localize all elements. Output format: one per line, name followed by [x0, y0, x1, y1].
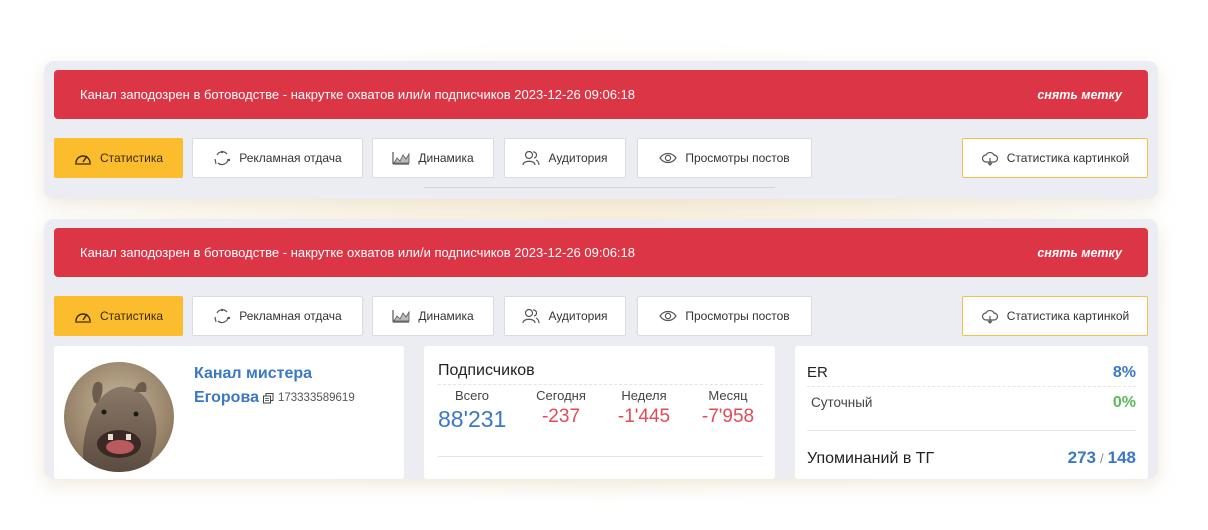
speedometer-icon — [74, 155, 91, 165]
avatar[interactable] — [64, 362, 174, 472]
subscribers-title: Подписчиков — [438, 362, 535, 379]
channel-name-line1: Канал мистера — [194, 365, 313, 382]
eye-icon — [659, 310, 678, 322]
channel-info-panel: Канал мистера Егорова 173333589619 — [54, 346, 404, 479]
rhinoceros-avatar-image — [64, 362, 174, 472]
tab-label: Рекламная отдача — [239, 309, 342, 323]
divider — [807, 386, 1136, 387]
mentions-row: Упоминаний в ТГ 273 /148 — [807, 448, 1136, 468]
area-chart-icon — [392, 152, 410, 165]
tab-label: Динамика — [418, 151, 474, 165]
alert-text: Канал заподозрен в ботоводстве - накрутк… — [80, 245, 636, 260]
image-stats-label: Статистика картинкой — [1006, 309, 1130, 323]
er-daily-row: Суточный 0% — [807, 394, 1136, 412]
tab-dynamics[interactable]: Динамика — [372, 296, 494, 336]
tab-label: Аудитория — [548, 309, 608, 323]
cloud-icon — [981, 151, 998, 166]
alert-text: Канал заподозрен в ботоводстве - накрутк… — [80, 87, 636, 102]
cloud-icon — [981, 309, 998, 324]
image-stats-button[interactable]: Статистика картинкой — [962, 138, 1148, 178]
subscribers-month: Месяц -7'958 — [692, 388, 764, 428]
remove-mark-link[interactable]: снять метку — [1037, 88, 1122, 102]
tab-dynamics[interactable]: Динамика — [372, 138, 494, 178]
channel-id: 173333589619 — [277, 392, 355, 404]
tab-post-views[interactable]: Просмотры постов — [637, 296, 812, 336]
tab-label: Просмотры постов — [685, 309, 790, 323]
mentions-values: 273 /148 — [1068, 448, 1136, 468]
tab-label: Статистика — [99, 151, 164, 165]
image-stats-label: Статистика картинкой — [1006, 151, 1130, 165]
eye-icon — [659, 152, 678, 164]
tab-label: Аудитория — [548, 151, 608, 165]
subscribers-total-label: Всего — [454, 388, 490, 403]
tab-statistics[interactable]: Статистика — [54, 138, 183, 178]
tab-bar: Статистика Рекламная отдача Динамика Ауд… — [54, 296, 1148, 336]
er-value: 8% — [1112, 364, 1136, 381]
subscribers-month-value: -7'958 — [701, 406, 755, 427]
subscribers-month-label: Месяц — [708, 388, 748, 403]
subscribers-week: Неделя -1'445 — [608, 388, 680, 428]
divider — [807, 430, 1136, 431]
tab-bar: Статистика Рекламная отдача Динамика Ауд… — [54, 138, 1148, 178]
er-panel: ER 8% Суточный 0% Упоминаний в ТГ 273 /14… — [795, 346, 1148, 479]
tab-audience[interactable]: Аудитория — [504, 296, 626, 336]
image-stats-button[interactable]: Статистика картинкой — [962, 296, 1148, 336]
tab-ad-return[interactable]: Рекламная отдача — [192, 138, 363, 178]
er-daily-value: 0% — [1112, 394, 1136, 411]
mentions-label: Упоминаний в ТГ — [807, 450, 935, 467]
channel-card-collapsed: Канал заподозрен в ботоводстве - накрутк… — [44, 61, 1158, 199]
channel-card-expanded: Канал заподозрен в ботоводстве - накрутк… — [44, 219, 1158, 479]
audience-icon — [522, 308, 541, 324]
mentions-value-a: 273 — [1067, 448, 1096, 467]
divider — [438, 384, 763, 385]
channel-name[interactable]: Канал мистера Егорова 173333589619 — [194, 362, 399, 410]
channel-name-line2: Егорова — [194, 389, 259, 406]
subscribers-total-value: 88'231 — [438, 406, 507, 432]
audience-icon — [522, 150, 541, 166]
mentions-value-b: 148 — [1107, 448, 1136, 467]
subscribers-today-value: -237 — [541, 406, 581, 427]
mentions-separator: / — [1100, 451, 1104, 466]
subscribers-panel: Подписчиков Всего 88'231 Сегодня -237 Не… — [424, 346, 775, 479]
area-chart-icon — [392, 310, 410, 323]
refresh-cycle-icon — [214, 308, 231, 324]
tab-label: Рекламная отдача — [239, 151, 342, 165]
copy-icon[interactable] — [262, 392, 274, 404]
tab-ad-return[interactable]: Рекламная отдача — [192, 296, 363, 336]
subscribers-today: Сегодня -237 — [524, 388, 598, 428]
er-label: ER — [807, 364, 828, 381]
subscribers-week-label: Неделя — [621, 388, 667, 403]
speedometer-icon — [74, 313, 91, 323]
tab-label: Динамика — [418, 309, 474, 323]
tab-post-views[interactable]: Просмотры постов — [637, 138, 812, 178]
subscribers-week-value: -1'445 — [617, 406, 671, 427]
tab-label: Просмотры постов — [685, 151, 790, 165]
er-row: ER 8% — [807, 364, 1136, 382]
bot-suspicion-alert: Канал заподозрен в ботоводстве - накрутк… — [54, 70, 1148, 119]
tab-label: Статистика — [99, 309, 164, 323]
refresh-cycle-icon — [214, 150, 231, 166]
er-daily-label: Суточный — [811, 395, 873, 410]
remove-mark-link[interactable]: снять метку — [1037, 246, 1122, 260]
subscribers-today-label: Сегодня — [536, 388, 586, 403]
divider — [438, 456, 763, 457]
bot-suspicion-alert: Канал заподозрен в ботоводстве - накрутк… — [54, 228, 1148, 277]
subscribers-total: Всего 88'231 — [438, 388, 506, 433]
tab-statistics[interactable]: Статистика — [54, 296, 183, 336]
tab-audience[interactable]: Аудитория — [504, 138, 626, 178]
divider — [424, 187, 775, 188]
